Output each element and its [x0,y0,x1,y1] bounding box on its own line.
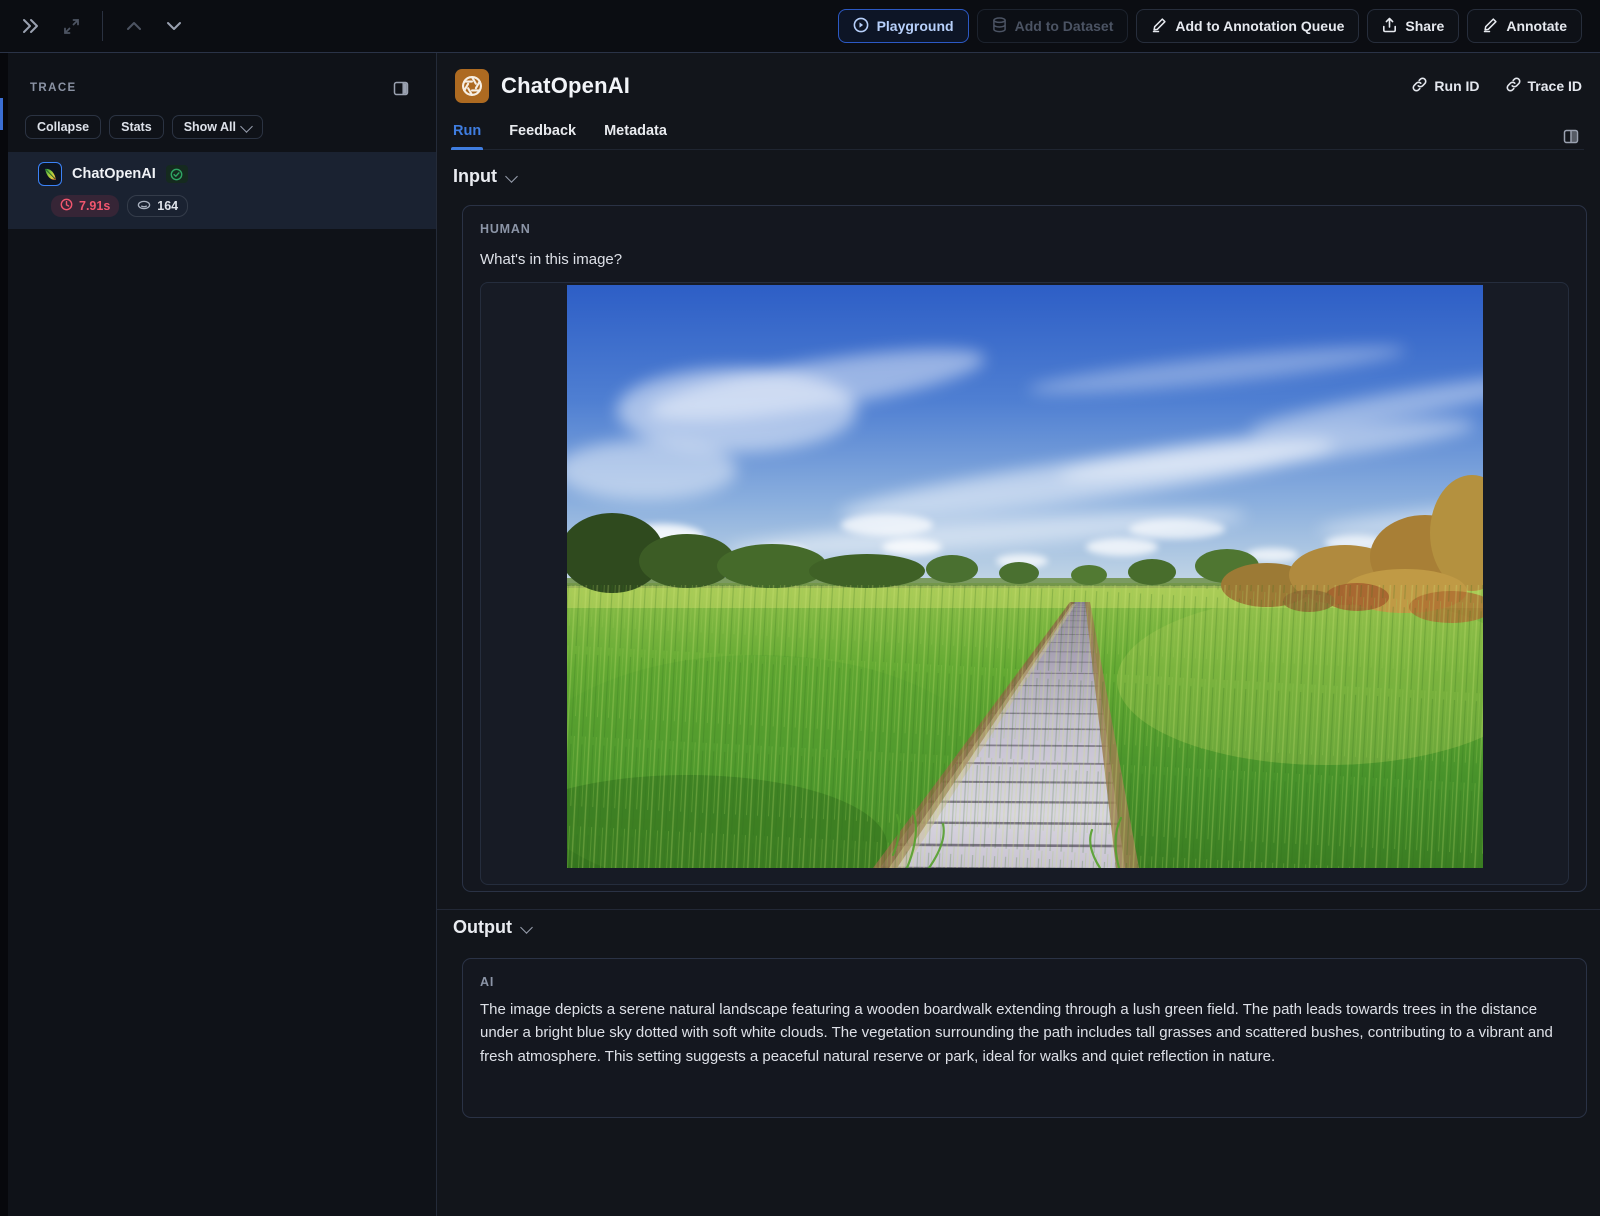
run-detail-panel: ChatOpenAI Run ID Trace ID Run Feedback … [437,53,1600,1216]
trace-sidebar: TRACE Collapse Stats Show All ChatOpenAI… [8,53,437,1216]
trace-drawer: Playground Add to Dataset Add to Annotat… [0,0,1600,1216]
pen-icon [1482,17,1498,36]
pen-icon [1151,17,1167,36]
chevron-down-icon [520,921,533,934]
input-message-text: What's in this image? [480,251,623,268]
add-to-dataset-button: Add to Dataset [976,9,1129,43]
background-page-strip [0,53,8,1216]
trace-panel-title: TRACE [30,82,77,94]
background-selected-row-indicator [0,98,3,130]
message-role-label: AI [480,975,495,989]
database-icon [992,16,1007,36]
openai-logo [455,69,489,103]
collapse-button[interactable]: Collapse [25,115,102,139]
tab-metadata[interactable]: Metadata [604,112,667,149]
trace-item-name: ChatOpenAI [72,166,156,182]
toolbar-divider [102,11,103,41]
run-tabs: Run Feedback Metadata [450,112,1584,150]
output-message-card: AI The image depicts a serene natural la… [462,958,1587,1118]
chevron-down-icon [505,170,518,183]
play-circle-icon [853,17,869,36]
output-message-text: The image depicts a serene natural lands… [480,1001,1553,1065]
token-icon [137,199,151,213]
show-all-dropdown[interactable]: Show All [171,115,264,139]
add-to-annotation-queue-button[interactable]: Add to Annotation Queue [1136,9,1360,43]
latency-badge: 7.91s [51,195,120,217]
link-icon [1412,77,1427,95]
check-circle-icon [165,165,188,183]
expand-icon[interactable] [58,13,84,39]
annotate-button[interactable]: Annotate [1467,9,1582,43]
boardwalk-photo [566,285,1483,869]
run-id-link[interactable]: Run ID [1412,77,1480,95]
panel-toggle-icon[interactable] [388,75,414,101]
output-section-heading[interactable]: Output [453,917,533,938]
stats-button[interactable]: Stats [109,115,164,139]
section-divider [437,909,1600,910]
parrot-icon [38,162,62,186]
attached-image-frame [480,282,1569,886]
page-title: ChatOpenAI [501,73,631,98]
input-message-card: HUMAN What's in this image? [462,205,1587,892]
tab-run[interactable]: Run [450,112,484,150]
tab-feedback[interactable]: Feedback [509,112,576,149]
link-icon [1506,77,1521,95]
share-icon [1382,17,1397,36]
collapse-sidebar-icon[interactable] [18,13,44,39]
share-button[interactable]: Share [1367,9,1460,43]
panel-toggle-icon[interactable] [1558,123,1584,149]
prev-icon[interactable] [121,13,147,39]
next-icon[interactable] [161,13,187,39]
clock-icon [60,198,73,214]
message-role-label: HUMAN [480,222,531,236]
trace-id-link[interactable]: Trace ID [1506,77,1582,95]
input-section-heading[interactable]: Input [453,166,518,187]
token-count-badge: 164 [127,195,189,217]
playground-button[interactable]: Playground [837,9,969,43]
chevron-down-icon [240,119,253,133]
trace-tree-item-chatopenai[interactable]: ChatOpenAI 7.91s 164 [8,152,436,229]
top-toolbar: Playground Add to Dataset Add to Annotat… [0,0,1600,53]
